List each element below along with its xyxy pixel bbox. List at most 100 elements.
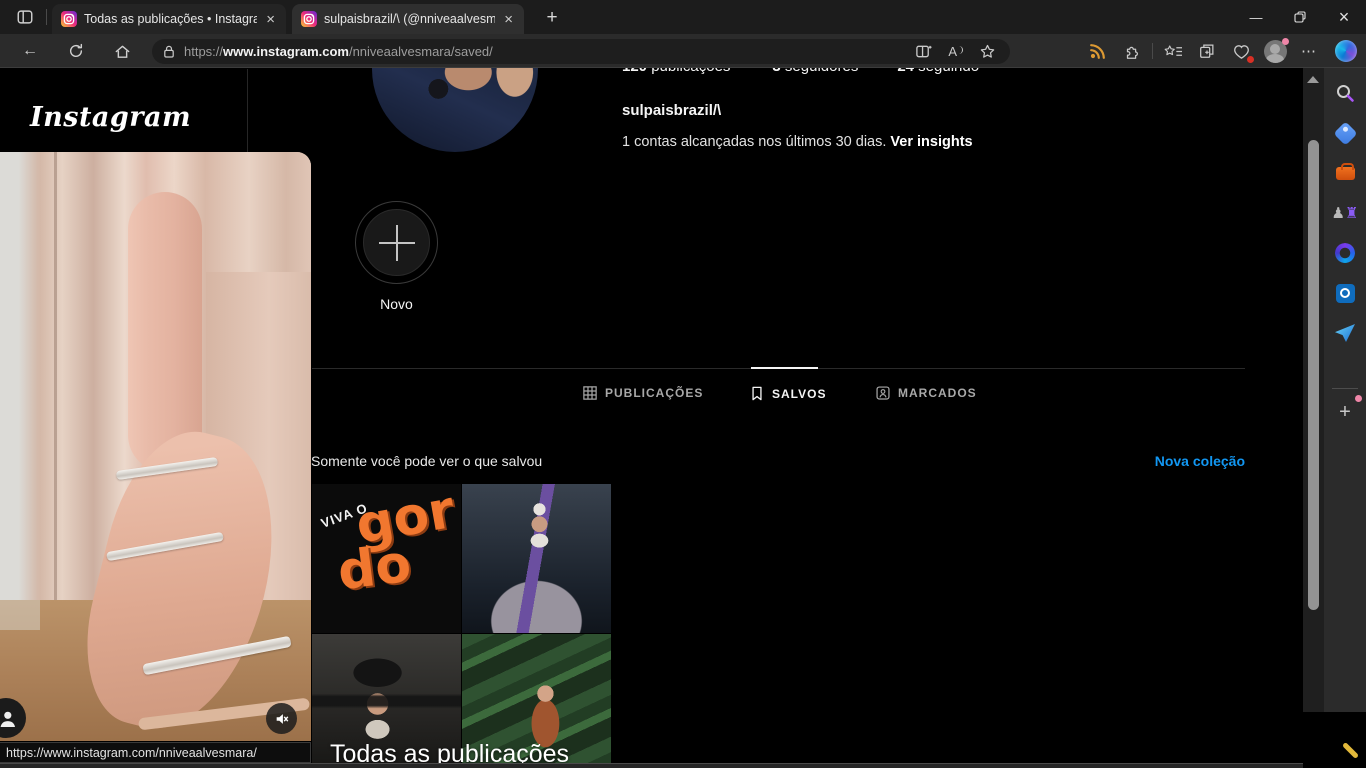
new-highlight-label: Novo — [355, 296, 438, 312]
settings-more-button[interactable]: ⋯ — [1292, 36, 1326, 66]
sidebar-outlook-icon[interactable] — [1332, 280, 1358, 306]
instagram-logo[interactable]: Instagram — [30, 102, 191, 133]
rss-feed-icon[interactable] — [1081, 36, 1115, 66]
restore-button[interactable] — [1278, 0, 1322, 34]
tab-divider — [46, 9, 47, 25]
sidebar-tools-icon[interactable] — [1332, 160, 1358, 186]
muted-speaker-icon — [274, 711, 290, 727]
address-bar-actions: A — [915, 43, 996, 60]
insights-text: 1 contas alcançadas nos últimos 30 dias. — [622, 134, 890, 150]
saved-collection-grid[interactable]: VIVA O gor do — [312, 484, 611, 768]
m365-loop-icon — [1335, 243, 1355, 263]
status-bar-link: https://www.instagram.com/nniveaalvesmar… — [0, 742, 311, 763]
sidebar-shopping-icon[interactable] — [1332, 120, 1358, 146]
back-button[interactable]: ← — [16, 38, 44, 64]
toolbar-separator — [1152, 43, 1153, 59]
address-bar[interactable]: https://www.instagram.com/nniveaalvesmar… — [152, 39, 1010, 64]
chess-rook-icon: ♜ — [1345, 206, 1358, 221]
sidebar-search-icon[interactable] — [1332, 80, 1358, 106]
video-fabric-seam — [54, 152, 57, 622]
lock-icon[interactable] — [162, 44, 176, 59]
minimize-button[interactable]: — — [1234, 0, 1278, 34]
scroll-up-arrow[interactable] — [1307, 76, 1319, 83]
window-controls: — × — [1234, 0, 1366, 34]
mute-button[interactable] — [266, 703, 297, 734]
close-tab-icon[interactable]: × — [264, 12, 277, 27]
tab-marcados-label: MARCADOS — [898, 386, 977, 400]
insights-line: 1 contas alcançadas nos últimos 30 dias.… — [622, 134, 973, 150]
profile-avatar-button[interactable] — [1258, 36, 1292, 66]
refresh-icon — [68, 43, 84, 59]
instagram-favicon — [61, 11, 77, 27]
sidebar-divider — [247, 69, 248, 153]
person-icon — [0, 709, 15, 727]
toolbar-right-icons: ⋯ — [1081, 34, 1366, 68]
ellipsis-icon: ⋯ — [1301, 42, 1317, 60]
workspaces-icon — [16, 8, 34, 26]
refresh-button[interactable] — [62, 38, 90, 64]
alert-dot — [1247, 56, 1254, 63]
plus-icon — [379, 225, 415, 261]
favorite-star-icon[interactable] — [979, 43, 996, 60]
split-screen-icon[interactable] — [915, 43, 932, 60]
scrollbar-thumb[interactable] — [1308, 140, 1319, 610]
notification-dot — [1282, 38, 1289, 45]
sidebar-drop-icon[interactable] — [1332, 320, 1358, 346]
workspaces-button[interactable] — [12, 6, 38, 28]
video-leg — [128, 192, 202, 472]
saved-privacy-note: Somente você pode ver o que salvou — [311, 453, 542, 469]
sidebar-games-icon[interactable]: ♟♜ — [1332, 200, 1358, 226]
saved-thumb-gordo[interactable]: VIVA O gor do — [312, 484, 461, 633]
tab-salvos[interactable]: SALVOS — [750, 386, 826, 401]
tab-strip: Todas as publicações • Instagram × sulpa… — [0, 0, 1366, 34]
notification-dot — [1355, 395, 1362, 402]
browser-essentials-icon[interactable] — [1224, 36, 1258, 66]
chess-pawn-icon: ♟ — [1332, 206, 1345, 221]
profile-username: sulpaisbrazil/\ — [622, 102, 721, 119]
url-path: /nniveaalvesmara/saved/ — [349, 44, 493, 59]
read-aloud-icon[interactable]: A — [948, 44, 963, 59]
new-highlight-circle — [363, 209, 430, 276]
new-highlight-button[interactable] — [355, 201, 438, 284]
tab-title: sulpaisbrazil/\ (@nniveaalvesmar — [324, 12, 495, 26]
insights-link[interactable]: Ver insights — [890, 134, 972, 150]
sidebar-m365-icon[interactable] — [1332, 240, 1358, 266]
tab-publicacoes[interactable]: PUBLICAÇÕES — [583, 386, 703, 400]
page-scrollbar[interactable] — [1303, 68, 1324, 712]
home-button[interactable] — [108, 38, 136, 64]
toolbox-icon — [1336, 167, 1355, 180]
tab-todas-publicacoes[interactable]: Todas as publicações • Instagram × — [52, 4, 286, 34]
corner-overlay — [1303, 712, 1366, 768]
paper-plane-icon — [1335, 324, 1355, 342]
new-collection-link[interactable]: Nova coleção — [1155, 453, 1245, 469]
saved-thumb-suit-man[interactable] — [462, 484, 611, 633]
active-tab-indicator — [751, 367, 818, 369]
plus-icon: + — [1339, 401, 1351, 424]
bookmark-icon — [750, 386, 764, 401]
tab-marcados[interactable]: MARCADOS — [876, 386, 977, 400]
home-icon — [114, 43, 131, 60]
new-tab-button[interactable]: + — [538, 5, 566, 31]
collections-icon[interactable] — [1190, 36, 1224, 66]
url-scheme: https:// — [184, 44, 223, 59]
sidebar-separator — [1332, 388, 1358, 389]
video-preview-overlay[interactable] — [0, 152, 311, 741]
copilot-button[interactable] — [1326, 36, 1366, 66]
tab-publicacoes-label: PUBLICAÇÕES — [605, 386, 703, 400]
close-button[interactable]: × — [1322, 0, 1366, 34]
browser-toolbar: ← https://www.instagram.com/nniveaalvesm… — [0, 34, 1366, 68]
url-domain: www.instagram.com — [223, 44, 349, 59]
grid-icon — [583, 386, 597, 400]
favorites-bar-icon[interactable] — [1156, 36, 1190, 66]
close-tab-icon[interactable]: × — [502, 12, 515, 27]
copilot-icon — [1335, 40, 1357, 62]
tab-sulpaisbrazil-active[interactable]: sulpaisbrazil/\ (@nniveaalvesmar × — [292, 4, 524, 34]
url-text[interactable]: https://www.instagram.com/nniveaalvesmar… — [184, 44, 915, 59]
tab-salvos-label: SALVOS — [772, 387, 826, 401]
browser-window: Instagram 120 publicações 3 seguidores 2… — [0, 0, 1366, 768]
extensions-icon[interactable] — [1115, 36, 1149, 66]
sidebar-add-button[interactable]: + — [1332, 399, 1358, 425]
outlook-icon — [1336, 284, 1355, 303]
price-tag-icon — [1333, 121, 1357, 145]
plus-icon: + — [546, 7, 557, 29]
